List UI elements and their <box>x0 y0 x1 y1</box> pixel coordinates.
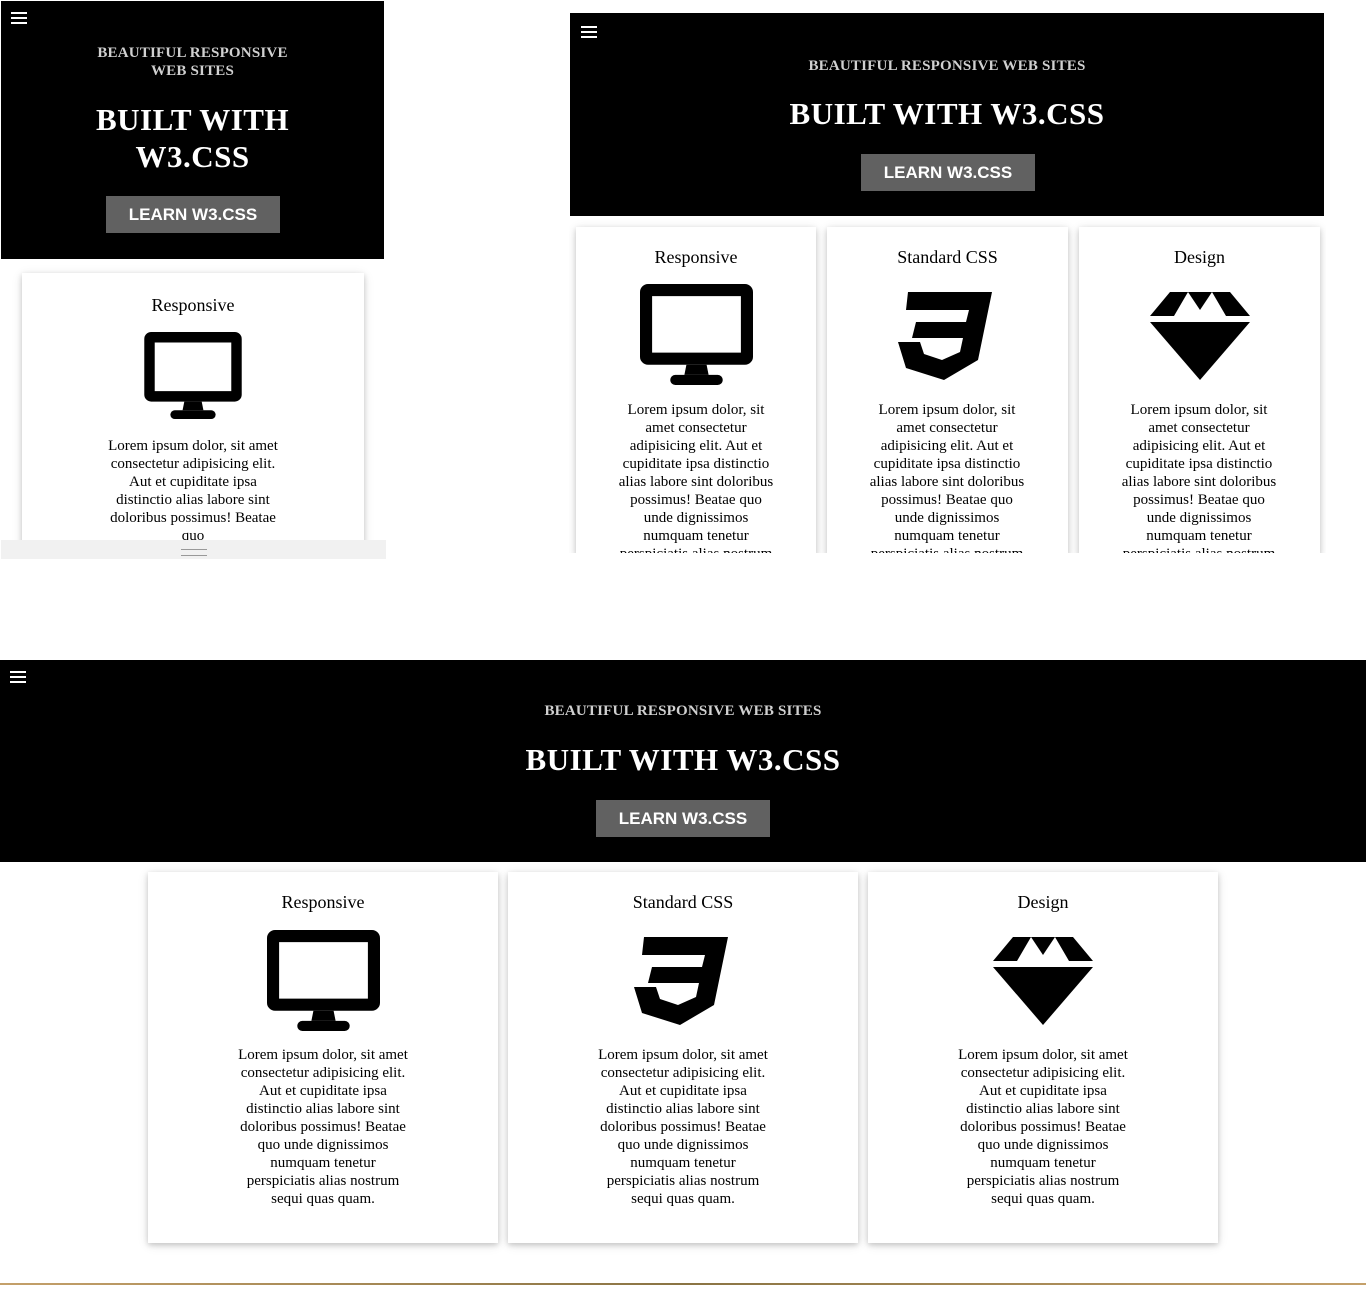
card-text: Lorem ipsum dolor, sit amet consectetur … <box>108 438 278 544</box>
diamond-icon <box>993 937 1093 1025</box>
learn-button[interactable]: LEARN W3.CSS <box>861 154 1035 191</box>
css3-logo-icon <box>898 292 992 380</box>
feature-card: Standard CSS Lorem ipsum dolor, sit amet… <box>827 227 1068 553</box>
feature-card: Responsive Lorem ipsum dolor, sit amet c… <box>22 273 364 553</box>
card-title: Responsive <box>654 247 738 267</box>
card-title: Design <box>1017 892 1069 912</box>
resize-handle[interactable] <box>1 540 386 559</box>
hero-title: BUILT WITH W3.CSS <box>525 742 841 777</box>
hero-banner: BEAUTIFUL RESPONSIVE WEB SITES BUILT WIT… <box>0 660 1366 862</box>
bottom-divider <box>0 1283 1366 1285</box>
hero-banner: BEAUTIFUL RESPONSIVE WEB SITES BUILT WIT… <box>1 1 384 259</box>
feature-card: Design Lorem ipsum dolor, sit amet conse… <box>868 872 1218 1243</box>
diamond-icon <box>1150 292 1250 380</box>
feature-card: Standard CSS Lorem ipsum dolor, sit amet… <box>508 872 858 1243</box>
desktop-monitor-icon <box>267 930 380 1031</box>
card-title: Design <box>1174 247 1225 267</box>
feature-card: Design Lorem ipsum dolor, sit amet conse… <box>1079 227 1320 553</box>
hero-subtitle: BEAUTIFUL RESPONSIVE WEB SITES <box>544 703 822 719</box>
hero-title: BUILT WITH W3.CSS <box>789 96 1105 131</box>
hero-subtitle: BEAUTIFUL RESPONSIVE WEB SITES <box>97 45 288 79</box>
hero-banner: BEAUTIFUL RESPONSIVE WEB SITES BUILT WIT… <box>570 13 1324 216</box>
mobile-preview: BEAUTIFUL RESPONSIVE WEB SITES BUILT WIT… <box>1 1 386 559</box>
hero-subtitle: BEAUTIFUL RESPONSIVE WEB SITES <box>808 58 1086 74</box>
feature-card: Responsive Lorem ipsum dolor, sit amet c… <box>148 872 498 1243</box>
card-text: Lorem ipsum dolor, sit amet consectetur … <box>958 1047 1128 1207</box>
desktop-preview: BEAUTIFUL RESPONSIVE WEB SITES BUILT WIT… <box>0 660 1366 1296</box>
hamburger-menu-icon[interactable] <box>10 671 26 685</box>
learn-button[interactable]: LEARN W3.CSS <box>106 196 280 233</box>
css3-logo-icon <box>634 937 728 1025</box>
card-title: Responsive <box>151 295 235 315</box>
card-title: Standard CSS <box>897 247 998 267</box>
card-text: Lorem ipsum dolor, sit amet consectetur … <box>238 1047 408 1207</box>
card-text: Lorem ipsum dolor, sit amet consectetur … <box>598 1047 768 1207</box>
card-title: Responsive <box>281 892 365 912</box>
hero-title: BUILT WITH W3.CSS <box>95 102 290 174</box>
desktop-monitor-icon <box>640 284 753 385</box>
hamburger-menu-icon[interactable] <box>581 26 597 40</box>
desktop-monitor-icon <box>144 332 242 419</box>
card-text: Lorem ipsum dolor, sit amet consectetur … <box>869 402 1025 553</box>
feature-card: Responsive Lorem ipsum dolor, sit amet c… <box>576 227 816 553</box>
hamburger-menu-icon[interactable] <box>11 12 27 26</box>
card-text: Lorem ipsum dolor, sit amet consectetur … <box>618 402 774 553</box>
tablet-preview: BEAUTIFUL RESPONSIVE WEB SITES BUILT WIT… <box>569 13 1326 553</box>
card-text: Lorem ipsum dolor, sit amet consectetur … <box>1121 402 1277 553</box>
learn-button[interactable]: LEARN W3.CSS <box>596 800 770 837</box>
card-title: Standard CSS <box>632 892 734 912</box>
